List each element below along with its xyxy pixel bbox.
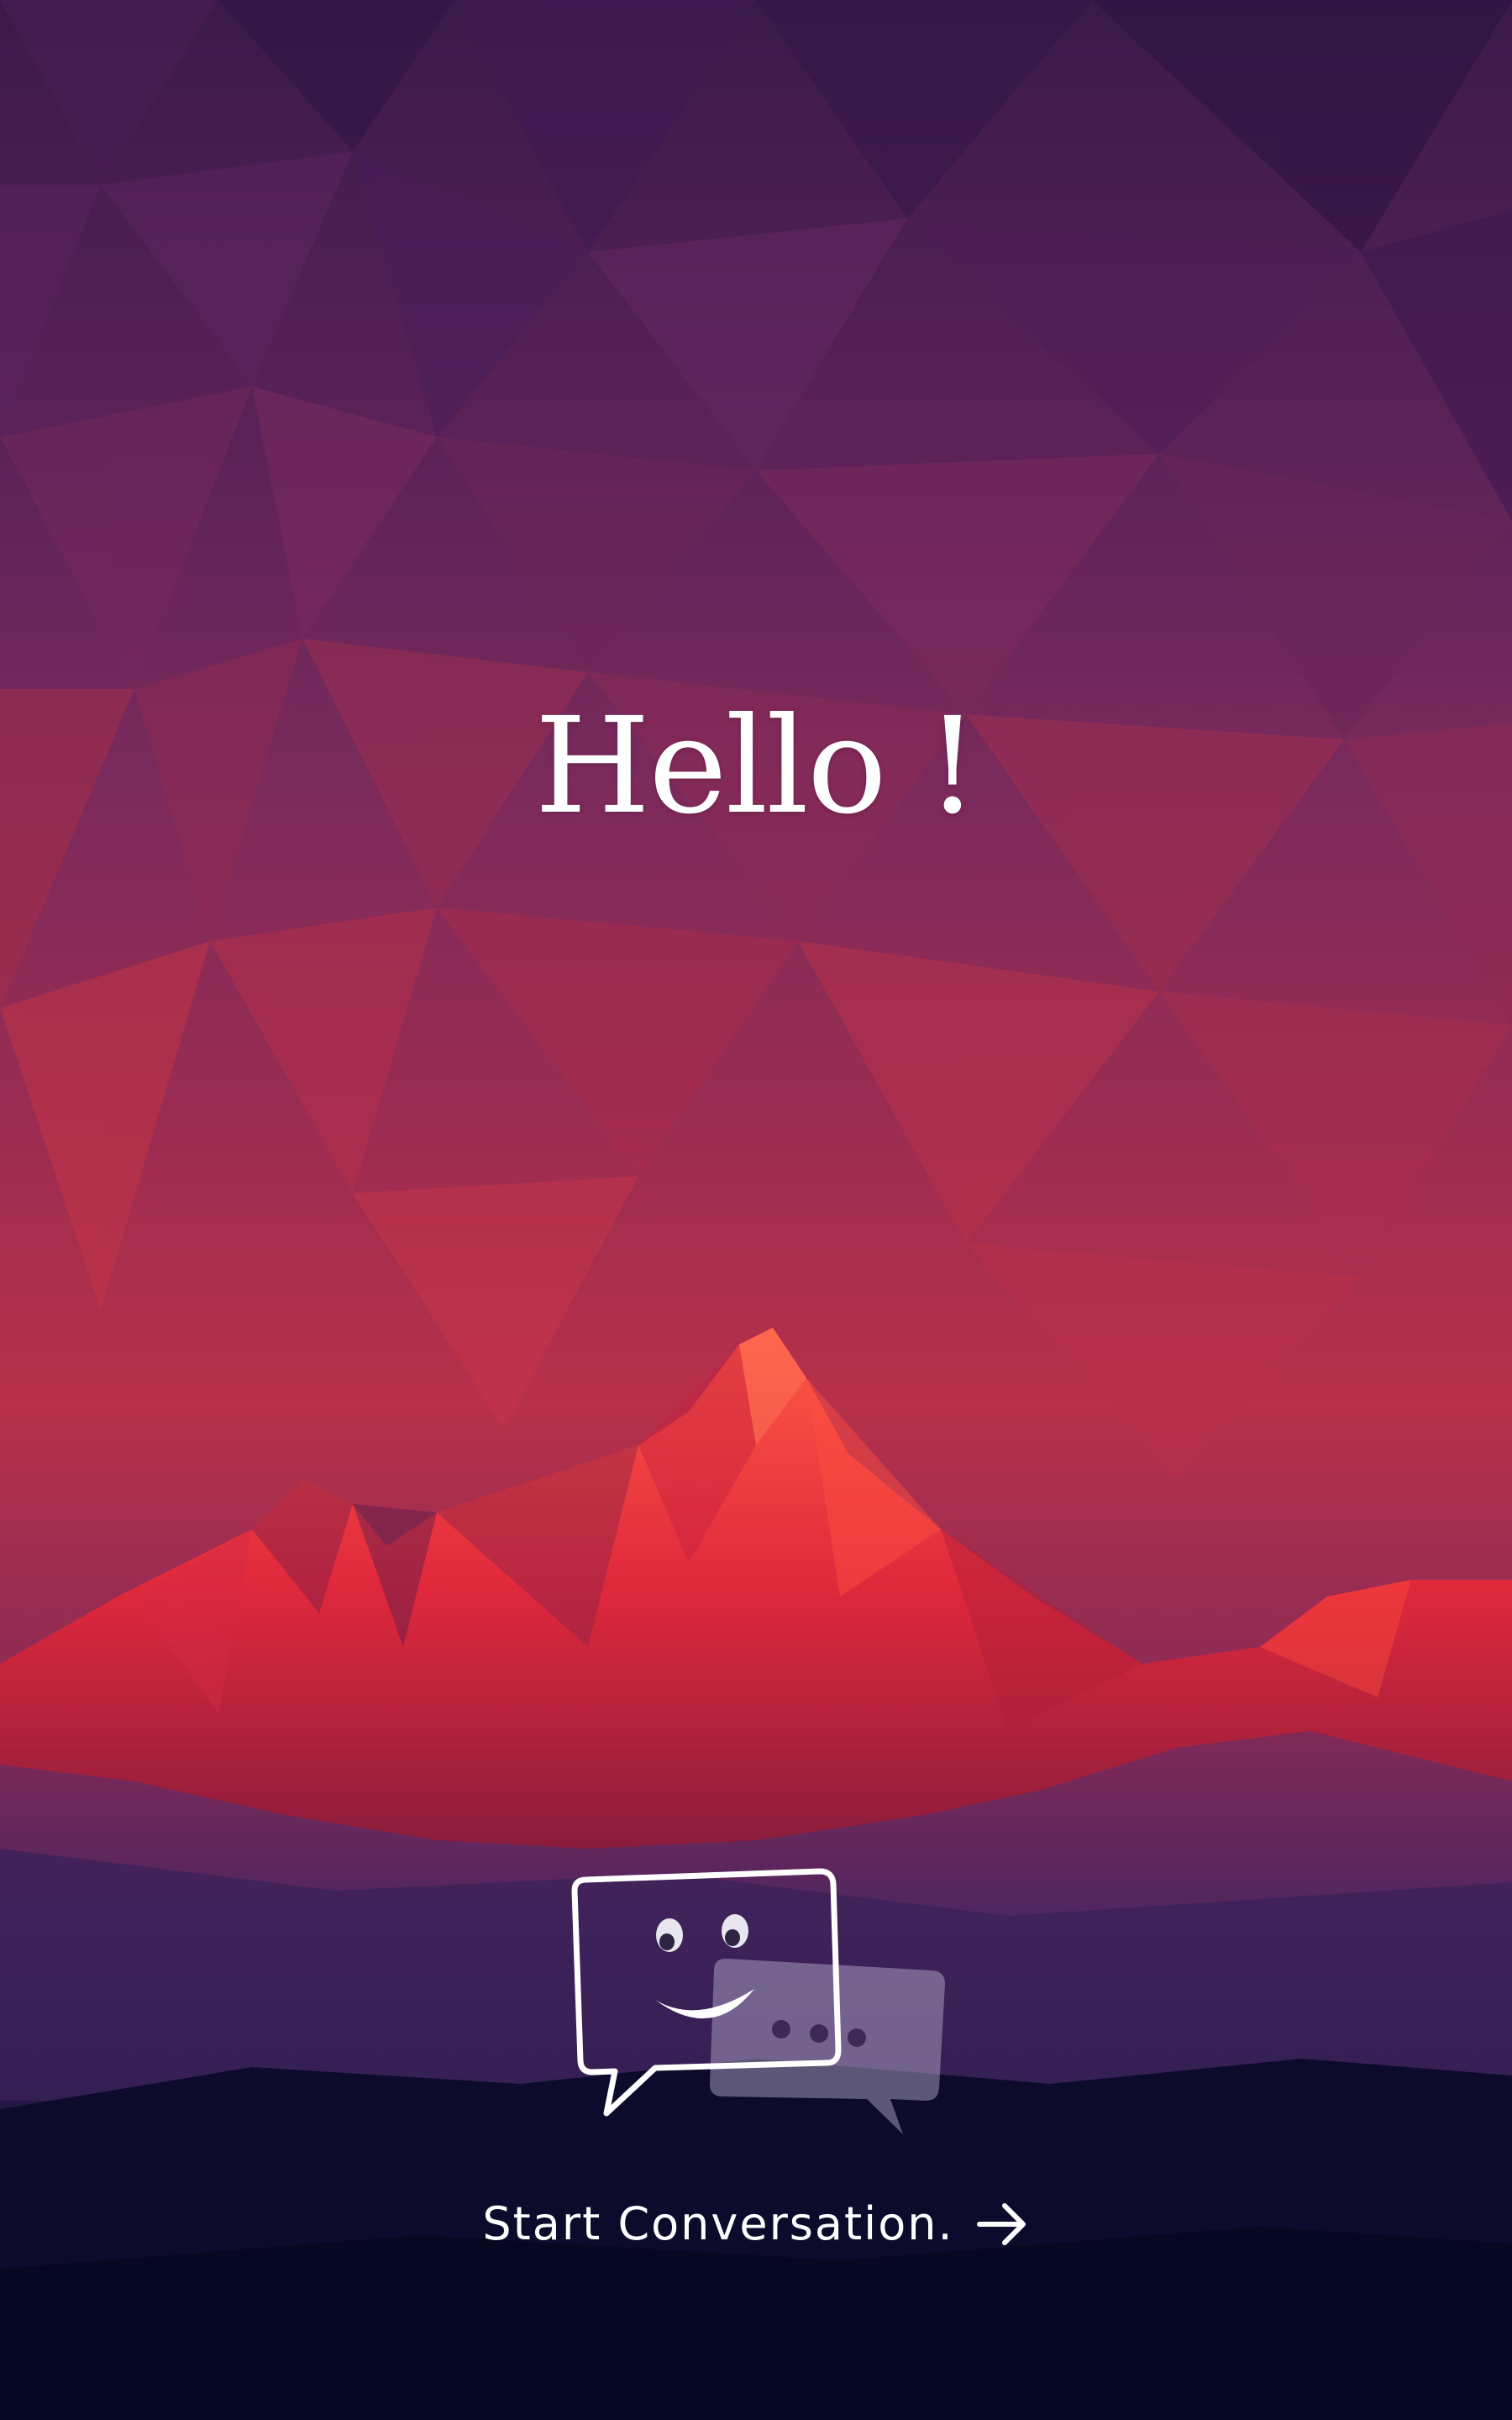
arrow-right-icon bbox=[976, 2202, 1026, 2245]
greeting-title: Hello ! bbox=[534, 689, 979, 844]
start-conversation-label: Start Conversation. bbox=[482, 2197, 954, 2250]
start-conversation-button[interactable]: Start Conversation. bbox=[0, 2197, 1512, 2250]
splash-screen: Hello ! Start Conversation. bbox=[0, 0, 1512, 2420]
chat-bubbles-smiley-icon bbox=[571, 1868, 945, 2134]
